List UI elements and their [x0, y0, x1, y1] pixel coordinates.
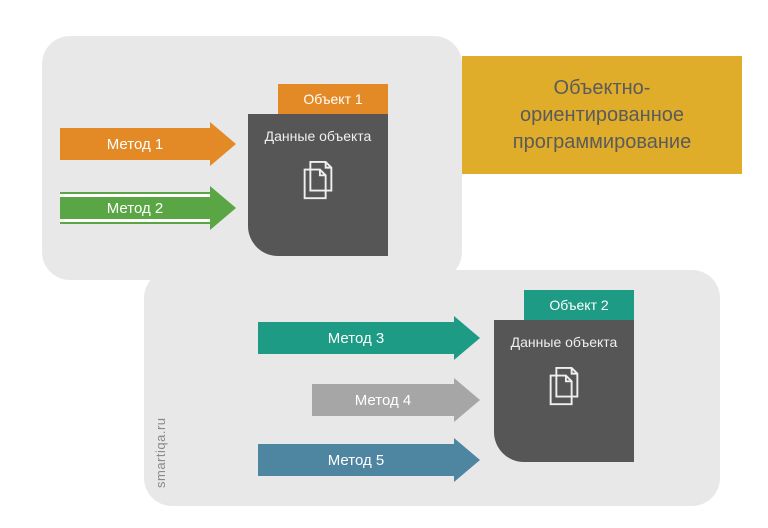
object-1-label: Данные объекта	[265, 128, 372, 146]
arrow-head-icon	[454, 378, 480, 422]
arrow-method-4: Метод 4	[312, 384, 480, 416]
diagram-canvas: Объектно-ориентированное программировани…	[0, 0, 768, 528]
arrow-label: Метод 5	[258, 444, 454, 476]
object-1-tag: Объект 1	[278, 84, 388, 114]
arrow-method-1: Метод 1	[60, 128, 236, 160]
object-2-label: Данные объекта	[511, 334, 618, 352]
arrow-label: Метод 4	[312, 384, 454, 416]
object-2-block: Объект 2 Данные объекта	[494, 290, 634, 462]
arrow-head-icon	[454, 438, 480, 482]
arrow-method-5: Метод 5	[258, 444, 480, 476]
arrow-label: Метод 3	[258, 322, 454, 354]
arrow-head-icon	[210, 122, 236, 166]
arrow-label: Метод 2	[60, 192, 210, 224]
arrow-head-icon	[210, 186, 236, 230]
title-text: Объектно-ориентированное программировани…	[472, 75, 732, 156]
object-2-body: Данные объекта	[494, 320, 634, 462]
arrow-label: Метод 1	[60, 128, 210, 160]
object-1-body: Данные объекта	[248, 114, 388, 256]
object-2-tag: Объект 2	[524, 290, 634, 320]
object-1-block: Объект 1 Данные объекта	[248, 84, 388, 256]
documents-icon	[297, 158, 339, 204]
title-box: Объектно-ориентированное программировани…	[462, 56, 742, 174]
arrow-head-icon	[454, 316, 480, 360]
documents-icon	[543, 364, 585, 410]
arrow-method-3: Метод 3	[258, 322, 480, 354]
watermark-text: smartiqa.ru	[153, 417, 168, 488]
arrow-method-2: Метод 2	[60, 192, 236, 224]
